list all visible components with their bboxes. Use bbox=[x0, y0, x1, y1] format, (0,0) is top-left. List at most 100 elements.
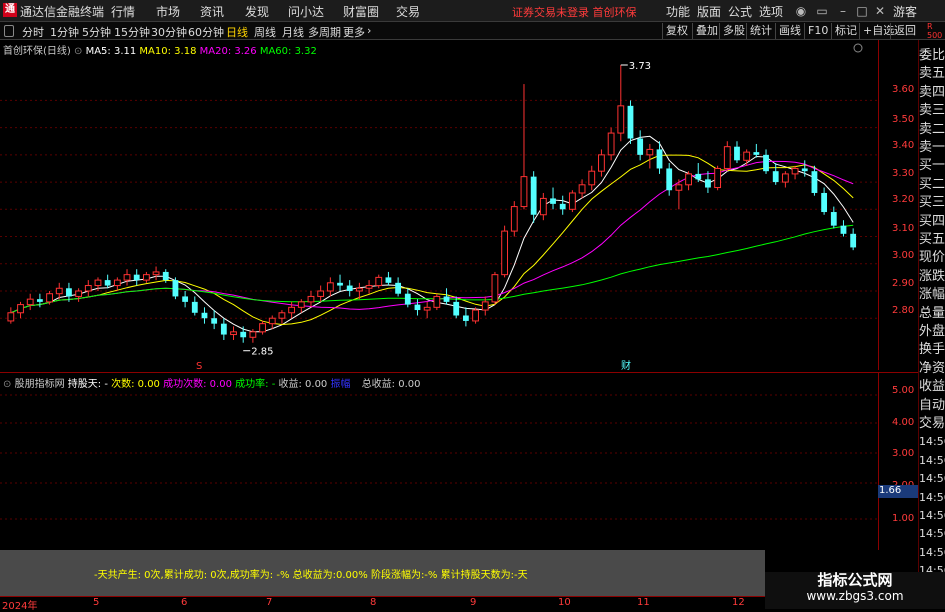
side-item[interactable]: 卖二 bbox=[919, 121, 945, 139]
candle-body[interactable] bbox=[297, 301, 305, 308]
candle-body[interactable] bbox=[326, 282, 334, 292]
candle-body[interactable] bbox=[94, 279, 102, 287]
side-item[interactable]: 收益 bbox=[919, 378, 945, 396]
candle-body[interactable] bbox=[278, 312, 286, 319]
side-item[interactable]: 14:56 bbox=[919, 470, 945, 488]
side-item[interactable]: 涨跌 bbox=[919, 268, 945, 286]
candle-body[interactable] bbox=[666, 168, 673, 191]
candle-body[interactable] bbox=[723, 146, 731, 169]
side-item[interactable]: 总量 bbox=[919, 305, 945, 323]
side-item[interactable]: 外盘 bbox=[919, 323, 945, 341]
candle-body[interactable] bbox=[646, 148, 654, 156]
candle-body[interactable] bbox=[753, 152, 760, 155]
candle-body[interactable] bbox=[821, 192, 828, 213]
indicator-menu-icon[interactable]: ⊙ bbox=[3, 379, 11, 390]
candle-body[interactable] bbox=[240, 331, 247, 338]
candle-body[interactable] bbox=[249, 331, 257, 338]
side-item[interactable]: 现价 bbox=[919, 249, 945, 267]
side-item[interactable]: 卖三 bbox=[919, 102, 945, 120]
period-multi[interactable]: 多周期 bbox=[308, 24, 341, 40]
candle-body[interactable] bbox=[423, 306, 431, 311]
candle-body[interactable] bbox=[433, 295, 441, 308]
minimize-icon[interactable]: – bbox=[834, 2, 852, 20]
candle-body[interactable] bbox=[481, 301, 489, 311]
candle-body[interactable] bbox=[355, 287, 363, 292]
candle-body[interactable] bbox=[705, 179, 711, 188]
candle-body[interactable] bbox=[162, 271, 169, 281]
side-item[interactable]: 卖一 bbox=[919, 139, 945, 157]
candle-body[interactable] bbox=[627, 105, 634, 139]
period-tick[interactable]: 分时 bbox=[22, 24, 44, 40]
side-item[interactable]: 涨幅 bbox=[919, 286, 945, 304]
candle-body[interactable] bbox=[791, 167, 799, 175]
candle-body[interactable] bbox=[259, 323, 266, 333]
candle-body[interactable] bbox=[830, 212, 837, 226]
candle-body[interactable] bbox=[743, 151, 751, 161]
candle-body[interactable] bbox=[172, 280, 179, 297]
candlestick-chart[interactable]: 3.73 2.85 S 财 bbox=[0, 40, 878, 370]
candle-body[interactable] bbox=[288, 306, 296, 314]
period-more[interactable]: 更多 bbox=[343, 24, 365, 40]
candle-body[interactable] bbox=[637, 138, 644, 155]
candle-body[interactable] bbox=[656, 149, 663, 169]
settings-gear-icon[interactable] bbox=[853, 43, 863, 53]
period-weekly[interactable]: 周线 bbox=[254, 24, 276, 40]
toolbar-mark[interactable]: 标记 bbox=[831, 23, 860, 39]
menu-function[interactable]: 功能 bbox=[666, 3, 690, 20]
period-60min[interactable]: 60分钟 bbox=[188, 24, 224, 40]
candle-body[interactable] bbox=[617, 105, 625, 134]
candle-body[interactable] bbox=[66, 288, 72, 297]
side-item[interactable]: 买四 bbox=[919, 213, 945, 231]
side-item[interactable]: 净资 bbox=[919, 360, 945, 378]
candle-body[interactable] bbox=[414, 304, 421, 311]
candle-body[interactable] bbox=[17, 304, 24, 314]
period-monthly[interactable]: 月线 bbox=[282, 24, 304, 40]
candle-body[interactable] bbox=[346, 285, 353, 291]
side-item[interactable]: 14:56 bbox=[919, 507, 945, 525]
candle-body[interactable] bbox=[685, 173, 692, 186]
candle-body[interactable] bbox=[220, 323, 227, 335]
candle-body[interactable] bbox=[763, 154, 769, 172]
maximize-icon[interactable]: □ bbox=[853, 2, 871, 20]
candle-body[interactable] bbox=[559, 203, 566, 210]
candle-body[interactable] bbox=[211, 318, 218, 324]
candle-body[interactable] bbox=[510, 206, 518, 232]
menu-layout[interactable]: 版面 bbox=[697, 3, 721, 20]
candle-body[interactable] bbox=[811, 171, 818, 193]
dropdown-icon[interactable]: ⊙ bbox=[74, 46, 82, 57]
toolbar-stats[interactable]: 统计 bbox=[746, 23, 775, 39]
candle-body[interactable] bbox=[365, 285, 373, 289]
side-item[interactable]: 买一 bbox=[919, 157, 945, 175]
candle-body[interactable] bbox=[268, 317, 276, 325]
period-daily[interactable]: 日线 bbox=[226, 24, 248, 40]
side-item[interactable]: 买三 bbox=[919, 194, 945, 212]
side-item[interactable]: 换手 bbox=[919, 341, 945, 359]
candle-body[interactable] bbox=[568, 192, 576, 210]
candle-body[interactable] bbox=[182, 296, 189, 302]
menu-discover[interactable]: 发现 bbox=[245, 3, 269, 20]
skin-icon[interactable]: ◉ bbox=[792, 2, 810, 20]
candle-body[interactable] bbox=[578, 184, 586, 194]
side-item[interactable]: 买五 bbox=[919, 231, 945, 249]
indicator-panel[interactable] bbox=[0, 372, 878, 550]
candle-body[interactable] bbox=[588, 170, 596, 186]
candle-body[interactable] bbox=[395, 282, 402, 294]
candle-body[interactable] bbox=[307, 295, 315, 303]
side-item[interactable]: 卖五 bbox=[919, 65, 945, 83]
candle-body[interactable] bbox=[142, 274, 150, 281]
toolbar-overlay[interactable]: 叠加 bbox=[692, 23, 721, 39]
side-item[interactable]: 卖四 bbox=[919, 84, 945, 102]
candle-body[interactable] bbox=[501, 230, 509, 276]
candle-body[interactable] bbox=[337, 282, 343, 286]
toolbar-f10[interactable]: F10 bbox=[804, 23, 831, 39]
menu-market[interactable]: 市场 bbox=[156, 3, 180, 20]
menu-news[interactable]: 资讯 bbox=[200, 3, 224, 20]
candle-body[interactable] bbox=[491, 274, 499, 303]
candle-body[interactable] bbox=[191, 301, 198, 313]
panel-toggle-icon[interactable] bbox=[4, 25, 14, 37]
candle-body[interactable] bbox=[84, 285, 92, 292]
side-item[interactable]: 14:56 bbox=[919, 489, 945, 507]
candle-body[interactable] bbox=[539, 197, 547, 216]
side-item[interactable]: 自动 bbox=[919, 397, 945, 415]
finance-marker[interactable]: 财 bbox=[621, 359, 631, 370]
